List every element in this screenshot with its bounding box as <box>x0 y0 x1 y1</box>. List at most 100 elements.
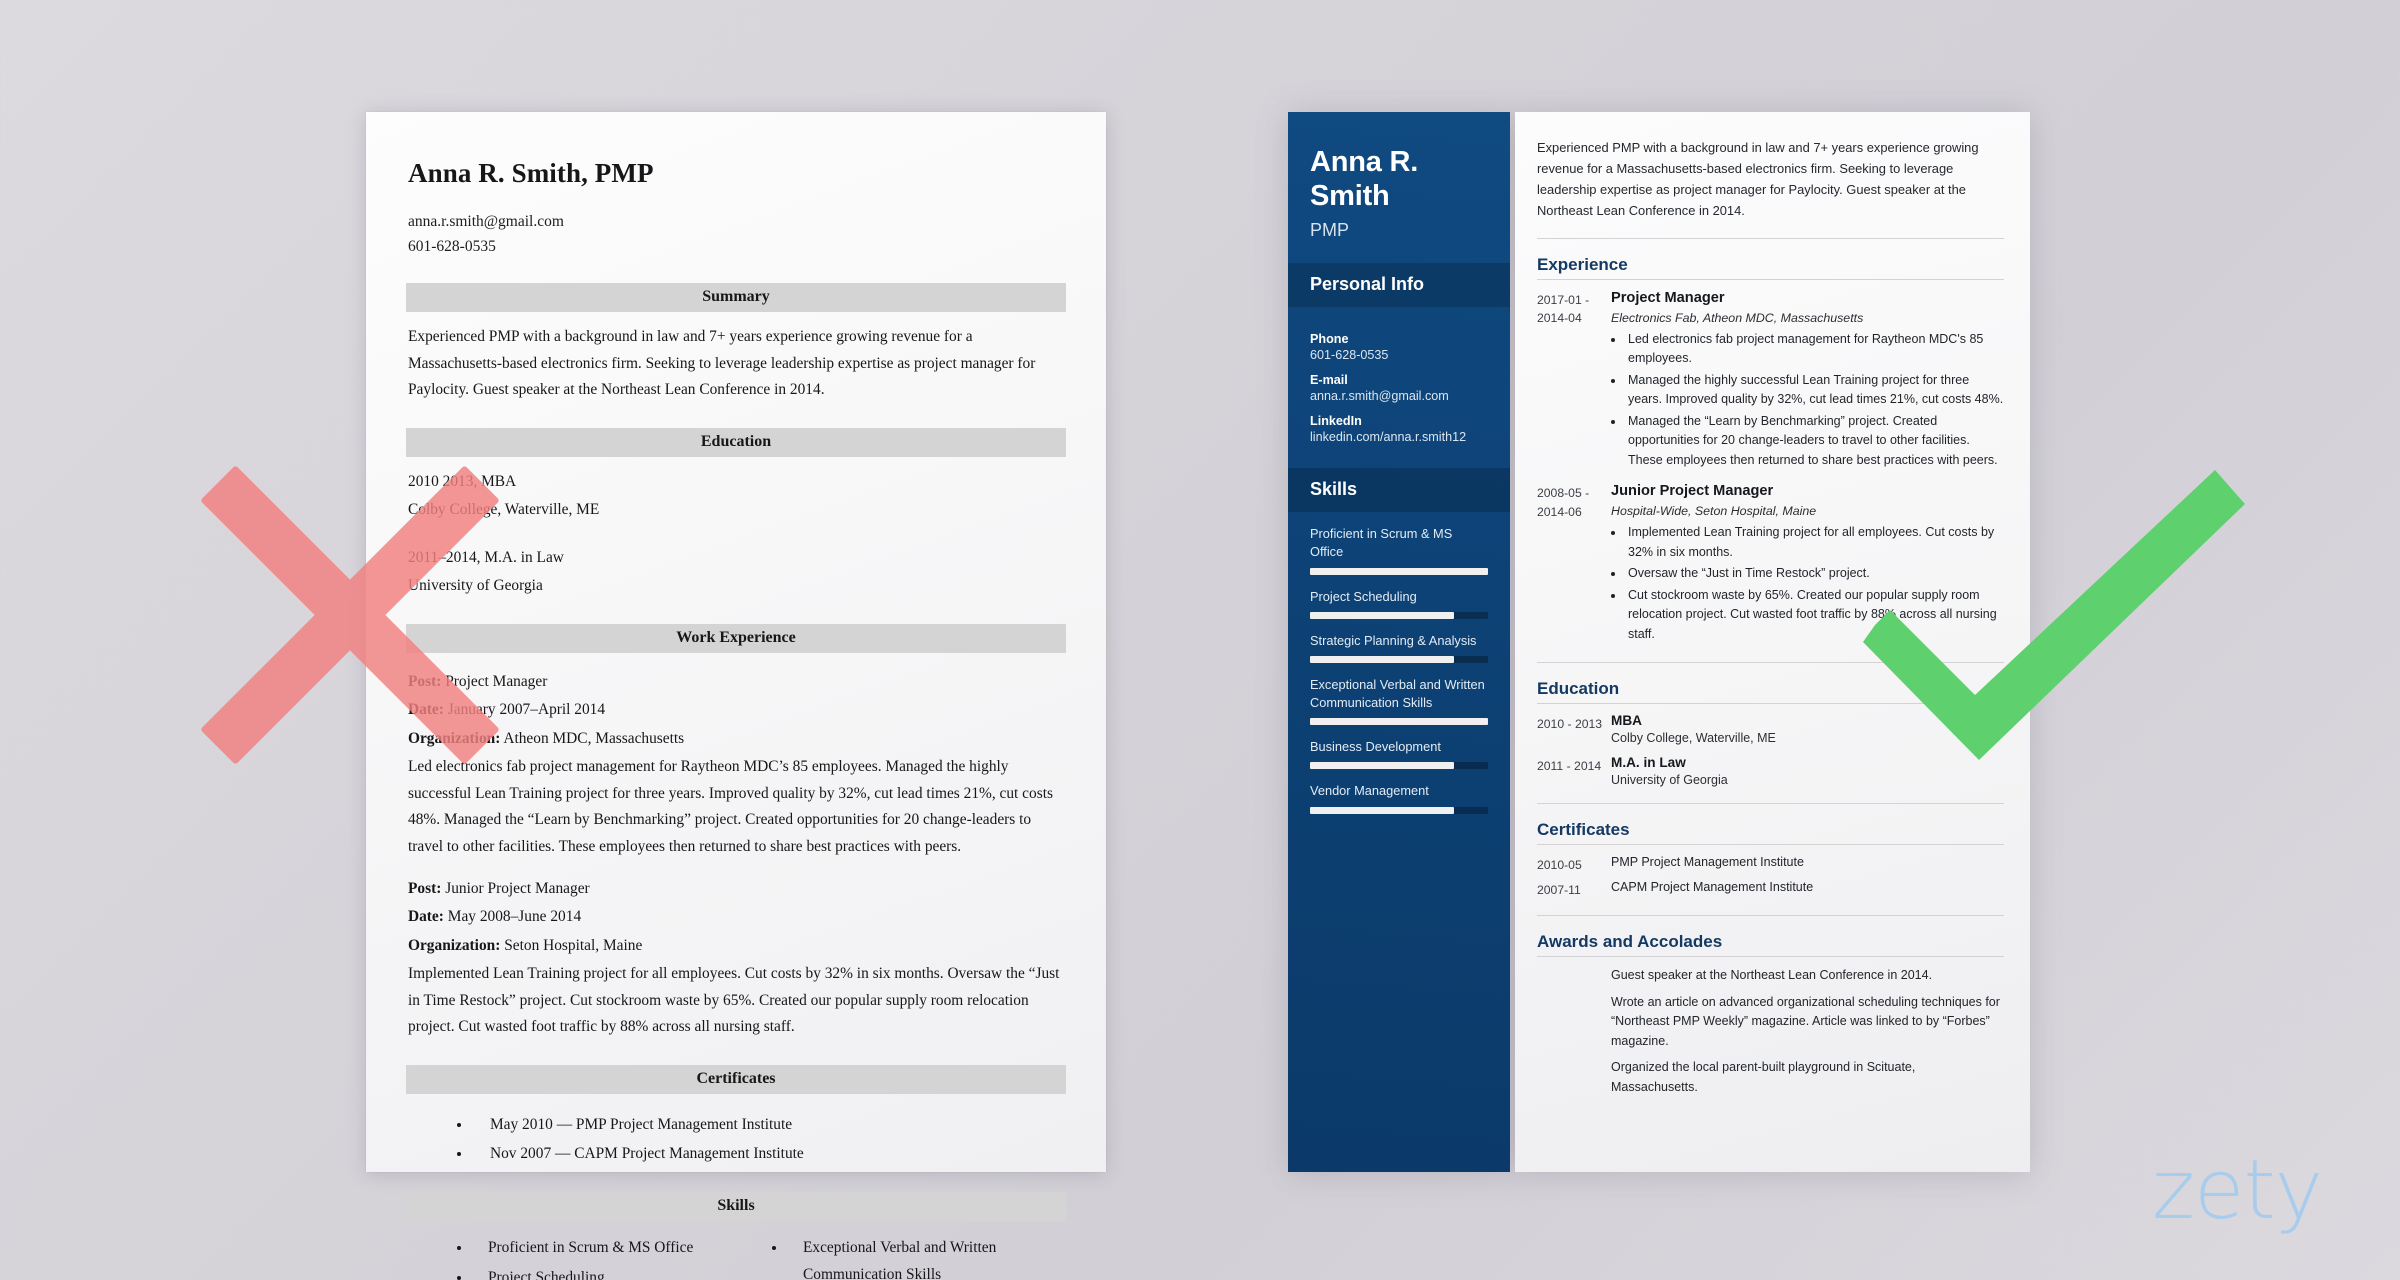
skill-bar-fill <box>1310 567 1488 575</box>
contact-value-email: anna.r.smith@gmail.com <box>1310 389 1449 404</box>
skill-item: Exceptional Verbal and Written Communica… <box>1288 676 1510 726</box>
divider <box>1537 956 2004 958</box>
education-degree: MBA <box>1611 713 1642 729</box>
bad-summary-heading: Summary <box>406 283 1066 313</box>
bad-job-post-line: Post: Junior Project Manager <box>408 876 1066 902</box>
bad-resume-document: Anna R. Smith, PMP anna.r.smith@gmail.co… <box>366 112 1106 1280</box>
personal-info-heading: Personal Info <box>1288 263 1510 308</box>
bad-education-school: Colby College, Waterville, ME <box>408 501 600 519</box>
experience-entry: 2017-01 - 2014-04 Project Manager Electr… <box>1537 289 2004 472</box>
divider <box>1537 278 2004 280</box>
list-item: Cut stockroom waste by 65%. Created our … <box>1625 586 2004 645</box>
education-date: 2011 - 2014 <box>1537 759 1602 774</box>
skill-bar-track <box>1310 655 1488 663</box>
education-content: M.A. in Law University of Georgia <box>1603 755 2004 787</box>
certificate-text: CAPM Project Management Institute <box>1611 879 1814 894</box>
list-item: Implemented Lean Training project for al… <box>1625 523 2004 562</box>
bad-skills-column-left: Proficient in Scrum & MS Office Project … <box>436 1235 751 1280</box>
bad-job-post-label: Post: <box>408 672 442 690</box>
bad-job-org: Seton Hospital, Maine <box>504 936 643 954</box>
experience-date: 2017-01 - 2014-04 <box>1537 292 1590 326</box>
experience-subtitle: Electronics Fab, Atheon MDC, Massachuset… <box>1611 310 1864 325</box>
bad-job-date-line: Date: January 2007–April 2014 <box>408 697 1066 723</box>
certificate-date: 2007-11 <box>1537 882 1581 897</box>
bad-resume-name: Anna R. Smith, PMP <box>408 158 654 188</box>
contact-label-phone: Phone <box>1310 332 1349 347</box>
bad-job-entry: Post: Junior Project Manager Date: May 2… <box>408 876 1066 1041</box>
bad-job-org-label: Organization: <box>408 936 501 954</box>
experience-bullets: Implemented Lean Training project for al… <box>1625 523 2004 644</box>
bad-work-heading: Work Experience <box>406 623 1066 653</box>
divider <box>1537 915 2004 917</box>
education-content: MBA Colby College, Waterville, ME <box>1603 713 2004 745</box>
skill-label: Strategic Planning & Analysis <box>1310 632 1477 648</box>
awards-heading: Awards and Accolades <box>1537 932 1723 952</box>
bad-job-date: January 2007–April 2014 <box>447 701 606 719</box>
certificate-entry: 2010-05 PMP Project Management Institute <box>1537 854 2004 875</box>
bad-education-years: 2010 2013, MBA <box>408 472 517 490</box>
skill-bar-track <box>1310 611 1488 619</box>
experience-title: Project Manager <box>1611 289 1725 306</box>
skill-item: Vendor Management <box>1288 782 1510 814</box>
education-school: Colby College, Waterville, ME <box>1611 731 1776 746</box>
list-item: Proficient in Scrum & MS Office <box>472 1235 751 1262</box>
bad-job-entry: Post: Project Manager Date: January 2007… <box>408 669 1066 860</box>
education-entry: 2010 - 2013 MBA Colby College, Watervill… <box>1537 713 2004 745</box>
skill-item: Strategic Planning & Analysis <box>1288 632 1510 663</box>
skill-label: Project Scheduling <box>1310 588 1417 604</box>
experience-subtitle: Hospital-Wide, Seton Hospital, Maine <box>1611 504 1817 519</box>
sidebar-skills-heading: Skills <box>1288 468 1510 513</box>
good-resume-main-panel: Experienced PMP with a background in law… <box>1515 112 2030 1172</box>
good-resume-job-title: PMP <box>1310 220 1350 241</box>
bad-job-date-line: Date: May 2008–June 2014 <box>408 904 1066 930</box>
good-resume-document: Anna R. Smith PMP Personal Info Phone 60… <box>1288 112 2030 1172</box>
skill-label: Proficient in Scrum & MS Office <box>1310 526 1453 560</box>
contact-label-linkedin: LinkedIn <box>1310 414 1362 429</box>
education-school: University of Georgia <box>1611 773 1728 788</box>
skill-item: Project Scheduling <box>1288 588 1510 619</box>
contact-value-phone: 601-628-0535 <box>1310 348 1389 363</box>
bad-education-list: 2010 2013, MBA Colby College, Waterville… <box>408 469 1066 600</box>
good-resume-name: Anna R. Smith <box>1310 146 1419 212</box>
bad-job-date-label: Date: <box>408 908 444 926</box>
skill-bar-track <box>1310 762 1488 770</box>
bad-job-date-label: Date: <box>408 701 444 719</box>
experience-heading: Experience <box>1537 254 1628 274</box>
bad-certificates-list: May 2010 — PMP Project Management Instit… <box>472 1112 1066 1168</box>
bad-job-org-line: Organization: Seton Hospital, Maine <box>408 933 1066 959</box>
bad-job-post: Project Manager <box>445 672 548 690</box>
bad-resume-email: anna.r.smith@gmail.com <box>408 213 564 230</box>
bad-certificates-heading: Certificates <box>406 1064 1066 1094</box>
award-item: Organized the local parent-built playgro… <box>1611 1060 1916 1094</box>
experience-content: Project Manager Electronics Fab, Atheon … <box>1603 289 2004 472</box>
skill-bar-fill <box>1310 762 1455 770</box>
list-item: Managed the highly successful Lean Train… <box>1625 371 2004 410</box>
experience-title: Junior Project Manager <box>1611 483 1774 500</box>
certificate-entry: 2007-11 CAPM Project Management Institut… <box>1537 879 2004 900</box>
experience-bullets: Led electronics fab project management f… <box>1625 330 2004 471</box>
divider <box>1537 237 2004 239</box>
contact-label-email: E-mail <box>1310 373 1348 388</box>
skill-bar-fill <box>1310 655 1455 663</box>
bad-job-post: Junior Project Manager <box>445 880 590 897</box>
list-item: Nov 2007 — CAPM Project Management Insti… <box>472 1141 1066 1168</box>
bad-summary-text: Experienced PMP with a background in law… <box>408 328 1036 399</box>
divider <box>1537 662 2004 664</box>
list-item: Managed the “Learn by Benchmarking” proj… <box>1625 412 2004 471</box>
skill-bar-fill <box>1310 806 1455 814</box>
divider <box>1537 703 2004 705</box>
skill-bar-track <box>1310 718 1488 726</box>
bad-job-date: May 2008–June 2014 <box>447 908 582 926</box>
bad-resume-phone: 601-628-0535 <box>408 238 496 256</box>
award-item: Guest speaker at the Northeast Lean Conf… <box>1611 968 1933 983</box>
list-item: Oversaw the “Just in Time Restock” proje… <box>1625 564 2004 584</box>
divider <box>1537 803 2004 805</box>
good-resume-sidebar: Anna R. Smith PMP Personal Info Phone 60… <box>1288 112 1510 1172</box>
skill-bar-track <box>1310 567 1488 575</box>
divider <box>1537 844 2004 846</box>
skill-item: Business Development <box>1288 738 1510 770</box>
experience-date: 2008-05 - 2014-06 <box>1537 486 1590 519</box>
certificate-date: 2010-05 <box>1537 858 1582 873</box>
bad-job-body: Led electronics fab project management f… <box>408 758 1053 855</box>
skill-bar-fill <box>1310 718 1488 726</box>
